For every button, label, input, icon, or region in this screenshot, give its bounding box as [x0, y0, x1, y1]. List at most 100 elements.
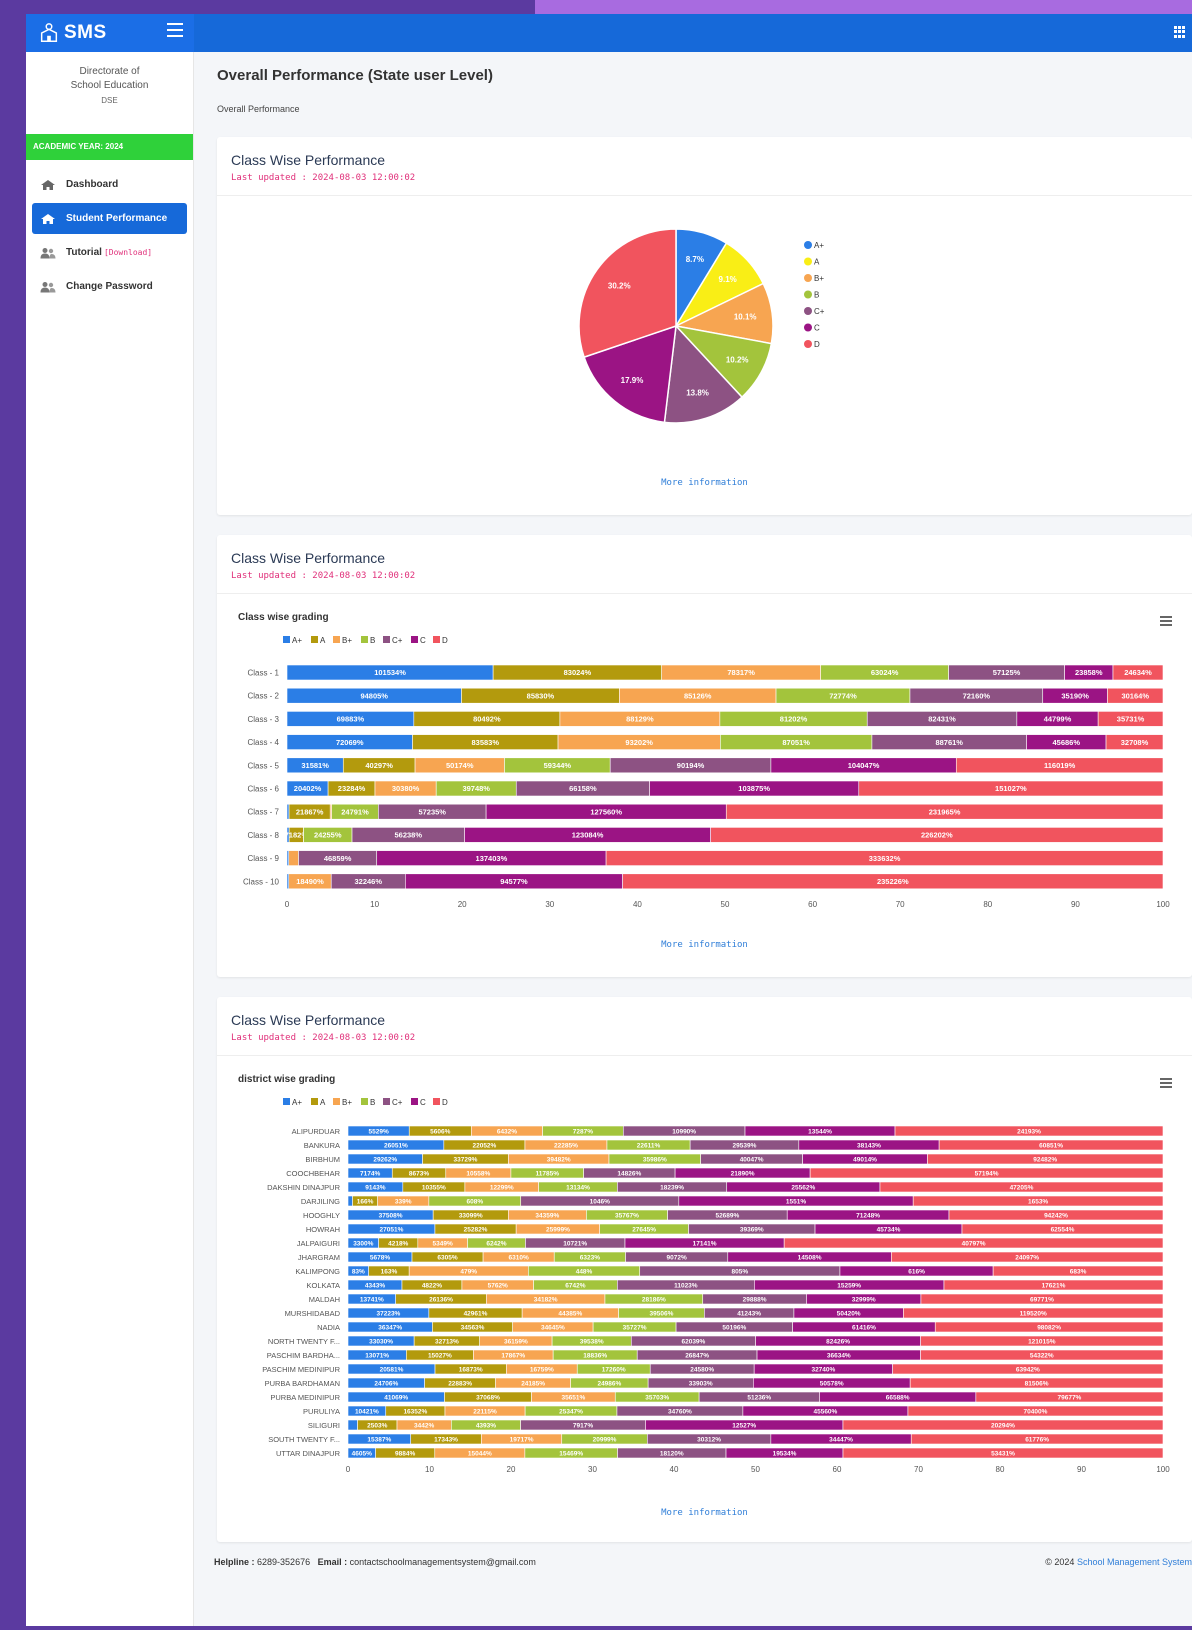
- bar-value-label: 103875%: [738, 784, 770, 793]
- x-tick-label: 30: [588, 1465, 597, 1474]
- bar-value-label: 61416%: [852, 1324, 876, 1331]
- bar-value-label: 71248%: [856, 1212, 880, 1219]
- legend-marker: [411, 636, 418, 643]
- bar-value-label: 6432%: [497, 1128, 517, 1135]
- legend-label: B: [370, 636, 375, 645]
- bar-value-label: 13134%: [566, 1184, 590, 1191]
- bar-value-label: 17621%: [1042, 1282, 1066, 1289]
- bar-value-label: 1551%: [786, 1198, 806, 1205]
- bar-value-label: 448%: [576, 1268, 593, 1275]
- bar-value-label: 45734%: [877, 1226, 901, 1233]
- bar-value-label: 12527%: [732, 1422, 756, 1429]
- helpline-number: 6289-352676: [257, 1557, 311, 1567]
- bar-value-label: 61776%: [1025, 1436, 1049, 1443]
- bar-value-label: 80492%: [473, 715, 501, 724]
- system-link[interactable]: School Management System: [1077, 1557, 1192, 1567]
- sidebar-item-change-password[interactable]: Change Password: [32, 271, 187, 302]
- menu-toggle-icon[interactable]: [167, 23, 183, 37]
- download-link[interactable]: [Download]: [104, 248, 152, 257]
- card-title: Class Wise Performance: [231, 1012, 386, 1028]
- bar-value-label: 45686%: [1053, 738, 1081, 747]
- bar-value-label: 40047%: [740, 1156, 764, 1163]
- category-label: Class - 8: [247, 831, 279, 840]
- more-info-link[interactable]: More information: [217, 1508, 1192, 1518]
- category-label: JALPAIGURI: [297, 1239, 340, 1248]
- bar-value-label: 121015%: [1028, 1338, 1056, 1345]
- x-tick-label: 80: [996, 1465, 1005, 1474]
- sidebar-item-student-performance[interactable]: Student Performance: [32, 203, 187, 234]
- bar-value-label: 6242%: [486, 1240, 506, 1247]
- bar-value-label: 78317%: [727, 668, 755, 677]
- bar-value-label: 32713%: [435, 1338, 459, 1345]
- bar-value-label: 30164%: [1121, 691, 1149, 700]
- bar-value-label: 24185%: [521, 1380, 545, 1387]
- bar-value-label: 333632%: [869, 854, 901, 863]
- x-tick-label: 90: [1077, 1465, 1086, 1474]
- sidebar-item-dashboard[interactable]: Dashboard: [32, 169, 187, 200]
- bar-value-label: 137403%: [476, 854, 508, 863]
- bar-value-label: 11785%: [536, 1170, 560, 1177]
- bar-value-label: 10990%: [672, 1128, 696, 1135]
- category-label: HOWRAH: [306, 1225, 340, 1234]
- bar-value-label: 7917%: [573, 1422, 593, 1429]
- bar-value-label: 231965%: [929, 807, 961, 816]
- category-label: Class - 2: [247, 692, 279, 701]
- bar-value-label: 39369%: [740, 1226, 764, 1233]
- bar-value-label: 104047%: [848, 761, 880, 770]
- x-tick-label: 20: [458, 900, 467, 909]
- bar-value-label: 24255%: [314, 831, 342, 840]
- bar-value-label: 39748%: [462, 784, 490, 793]
- legend-marker: [411, 1098, 418, 1105]
- bar-value-label: 23284%: [338, 784, 366, 793]
- chart-title: district wise grading: [238, 1074, 336, 1085]
- bar-value-label: 479%: [460, 1268, 477, 1275]
- bar-value-label: 23858%: [1075, 668, 1103, 677]
- bar-value-label: 39482%: [547, 1156, 571, 1163]
- legend-label: B: [370, 1098, 375, 1107]
- legend-marker: [433, 636, 440, 643]
- category-label: DAKSHIN DINAJPUR: [267, 1183, 341, 1192]
- category-label: BANKURA: [304, 1141, 340, 1150]
- bar-value-label: 101534%: [374, 668, 406, 677]
- chart-title: Class wise grading: [238, 612, 329, 623]
- apps-grid-icon[interactable]: [1174, 26, 1186, 38]
- bar-value-label: 46859%: [324, 854, 352, 863]
- legend-label: B+: [814, 274, 824, 283]
- bar-value-label: 4605%: [352, 1450, 372, 1457]
- bar-value-label: 4218%: [388, 1240, 408, 1247]
- bar-value-label: 4393%: [476, 1422, 496, 1429]
- bar-value-label: 608%: [466, 1198, 483, 1205]
- bar-value-label: 24580%: [690, 1366, 714, 1373]
- bar-value-label: 29262%: [373, 1156, 397, 1163]
- legend-marker: [311, 1098, 318, 1105]
- bar-value-label: 52689%: [715, 1212, 739, 1219]
- chart-menu-icon[interactable]: [1160, 1078, 1172, 1090]
- bar-value-label: 4822%: [422, 1282, 442, 1289]
- category-label: Class - 7: [247, 808, 279, 817]
- bar-value-label: 32708%: [1121, 738, 1149, 747]
- legend-label: B+: [342, 1098, 352, 1107]
- bar-value-label: 18836%: [583, 1352, 607, 1359]
- chart-menu-icon[interactable]: [1160, 616, 1172, 628]
- bar-value-label: 70400%: [1024, 1408, 1048, 1415]
- bar-value-label: 83024%: [564, 668, 592, 677]
- bar-value-label: 51236%: [747, 1394, 771, 1401]
- bar-value-label: 15387%: [367, 1436, 391, 1443]
- legend-label: C+: [392, 636, 403, 645]
- more-info-link[interactable]: More information: [217, 940, 1192, 950]
- category-label: SOUTH TWENTY F...: [268, 1435, 340, 1444]
- bar-value-label: 59344%: [544, 761, 572, 770]
- brand-logo[interactable]: SMS: [26, 14, 194, 52]
- pie-data-label: 9.1%: [719, 275, 737, 284]
- bar-value-label: 94805%: [360, 691, 388, 700]
- bar-value-label: 5762%: [488, 1282, 508, 1289]
- legend-label: B: [814, 291, 819, 300]
- bar-value-label: 41069%: [384, 1394, 408, 1401]
- card-divider: [217, 593, 1192, 594]
- bar-value-label: 17343%: [434, 1436, 458, 1443]
- more-info-link[interactable]: More information: [217, 478, 1192, 488]
- legend-label: D: [814, 340, 820, 349]
- bar-value-label: 49014%: [853, 1156, 877, 1163]
- category-label: PURULIYA: [303, 1407, 340, 1416]
- sidebar-item-tutorial[interactable]: Tutorial [Download]: [32, 237, 187, 268]
